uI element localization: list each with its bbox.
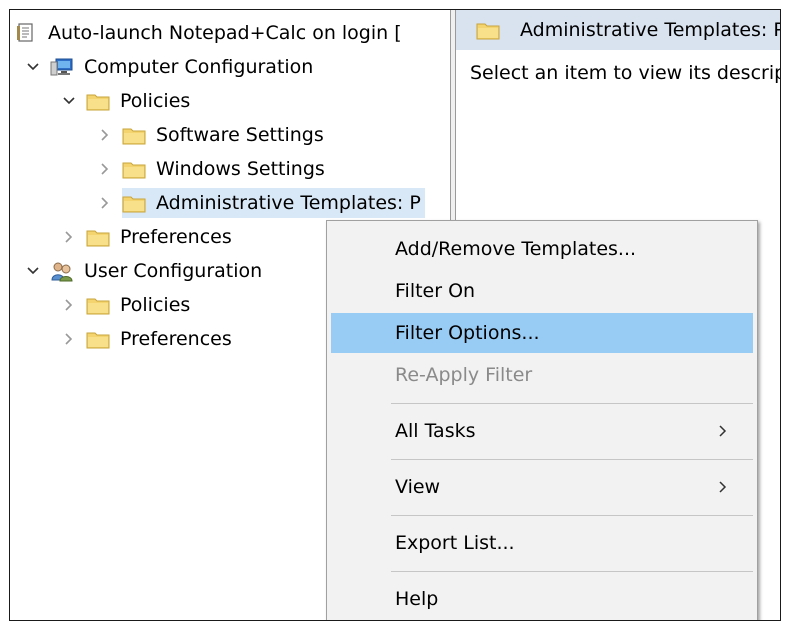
tree-item-label: Computer Configuration bbox=[84, 56, 314, 78]
tree-item-root[interactable]: Auto-launch Notepad+Calc on login [ bbox=[14, 16, 402, 50]
menu-item-label: Filter On bbox=[395, 280, 476, 302]
tree-item-preferences[interactable]: Preferences bbox=[60, 220, 232, 254]
menu-item-filter-on[interactable]: Filter On bbox=[331, 271, 753, 311]
menu-separator bbox=[391, 403, 753, 404]
folder-icon bbox=[86, 89, 110, 113]
chevron-right-icon[interactable] bbox=[96, 194, 114, 212]
tree-item-label: Policies bbox=[120, 294, 191, 316]
tree-item-label: Software Settings bbox=[156, 124, 324, 146]
folder-icon bbox=[86, 225, 110, 249]
folder-icon bbox=[476, 18, 500, 42]
context-menu: Add/Remove Templates... Filter On Filter… bbox=[326, 220, 758, 620]
tree-item-user-preferences[interactable]: Preferences bbox=[60, 322, 232, 356]
menu-item-export-list[interactable]: Export List... bbox=[331, 523, 753, 563]
menu-item-add-remove-templates[interactable]: Add/Remove Templates... bbox=[331, 229, 753, 269]
tree-item-computer-configuration[interactable]: Computer Configuration bbox=[24, 50, 313, 84]
tree-item-label: Policies bbox=[120, 90, 191, 112]
submenu-arrow-icon bbox=[715, 422, 731, 440]
tree-item-label: Windows Settings bbox=[156, 158, 325, 180]
chevron-right-icon[interactable] bbox=[60, 228, 78, 246]
tree-item-label: Administrative Templates: P bbox=[156, 192, 421, 214]
users-icon bbox=[50, 259, 74, 283]
tree-item-label: Auto-launch Notepad+Calc on login [ bbox=[48, 22, 402, 44]
tree-item-software-settings[interactable]: Software Settings bbox=[96, 118, 324, 152]
folder-icon bbox=[86, 293, 110, 317]
menu-item-label: View bbox=[395, 476, 441, 498]
submenu-arrow-icon bbox=[715, 478, 731, 496]
menu-item-view[interactable]: View bbox=[331, 467, 753, 507]
menu-item-label: Add/Remove Templates... bbox=[395, 238, 637, 260]
menu-item-label: Re-Apply Filter bbox=[395, 364, 533, 386]
policy-document-icon bbox=[14, 21, 38, 45]
details-title: Administrative Templates: P bbox=[520, 19, 780, 41]
menu-item-help[interactable]: Help bbox=[331, 579, 753, 619]
folder-icon bbox=[122, 123, 146, 147]
chevron-down-icon[interactable] bbox=[60, 92, 78, 110]
details-header: Administrative Templates: P bbox=[456, 10, 780, 50]
menu-item-label: Help bbox=[395, 588, 439, 610]
menu-separator bbox=[391, 515, 753, 516]
menu-item-reapply-filter[interactable]: Re-Apply Filter bbox=[331, 355, 753, 395]
selected-row-highlight: Administrative Templates: P bbox=[122, 188, 425, 218]
tree-item-user-configuration[interactable]: User Configuration bbox=[24, 254, 262, 288]
details-description: Select an item to view its description. bbox=[470, 62, 780, 84]
computer-icon bbox=[50, 55, 74, 79]
folder-icon bbox=[86, 327, 110, 351]
menu-item-label: Filter Options... bbox=[395, 322, 540, 344]
gpo-editor-window: Auto-launch Notepad+Calc on login [ Comp… bbox=[9, 9, 781, 621]
menu-separator bbox=[391, 571, 753, 572]
folder-icon bbox=[122, 191, 146, 215]
tree-item-windows-settings[interactable]: Windows Settings bbox=[96, 152, 325, 186]
tree-item-policies[interactable]: Policies bbox=[60, 84, 190, 118]
chevron-right-icon[interactable] bbox=[60, 296, 78, 314]
menu-item-filter-options[interactable]: Filter Options... bbox=[331, 313, 753, 353]
tree-item-administrative-templates[interactable]: Administrative Templates: P bbox=[96, 186, 425, 220]
menu-item-label: All Tasks bbox=[395, 420, 476, 442]
chevron-right-icon[interactable] bbox=[96, 126, 114, 144]
menu-item-all-tasks[interactable]: All Tasks bbox=[331, 411, 753, 451]
tree-item-label: Preferences bbox=[120, 328, 232, 350]
tree-item-user-policies[interactable]: Policies bbox=[60, 288, 190, 322]
menu-item-label: Export List... bbox=[395, 532, 515, 554]
chevron-right-icon[interactable] bbox=[96, 160, 114, 178]
menu-separator bbox=[391, 459, 753, 460]
folder-icon bbox=[122, 157, 146, 181]
chevron-down-icon[interactable] bbox=[24, 262, 42, 280]
tree-item-label: Preferences bbox=[120, 226, 232, 248]
chevron-down-icon[interactable] bbox=[24, 58, 42, 76]
chevron-right-icon[interactable] bbox=[60, 330, 78, 348]
tree-item-label: User Configuration bbox=[84, 260, 263, 282]
